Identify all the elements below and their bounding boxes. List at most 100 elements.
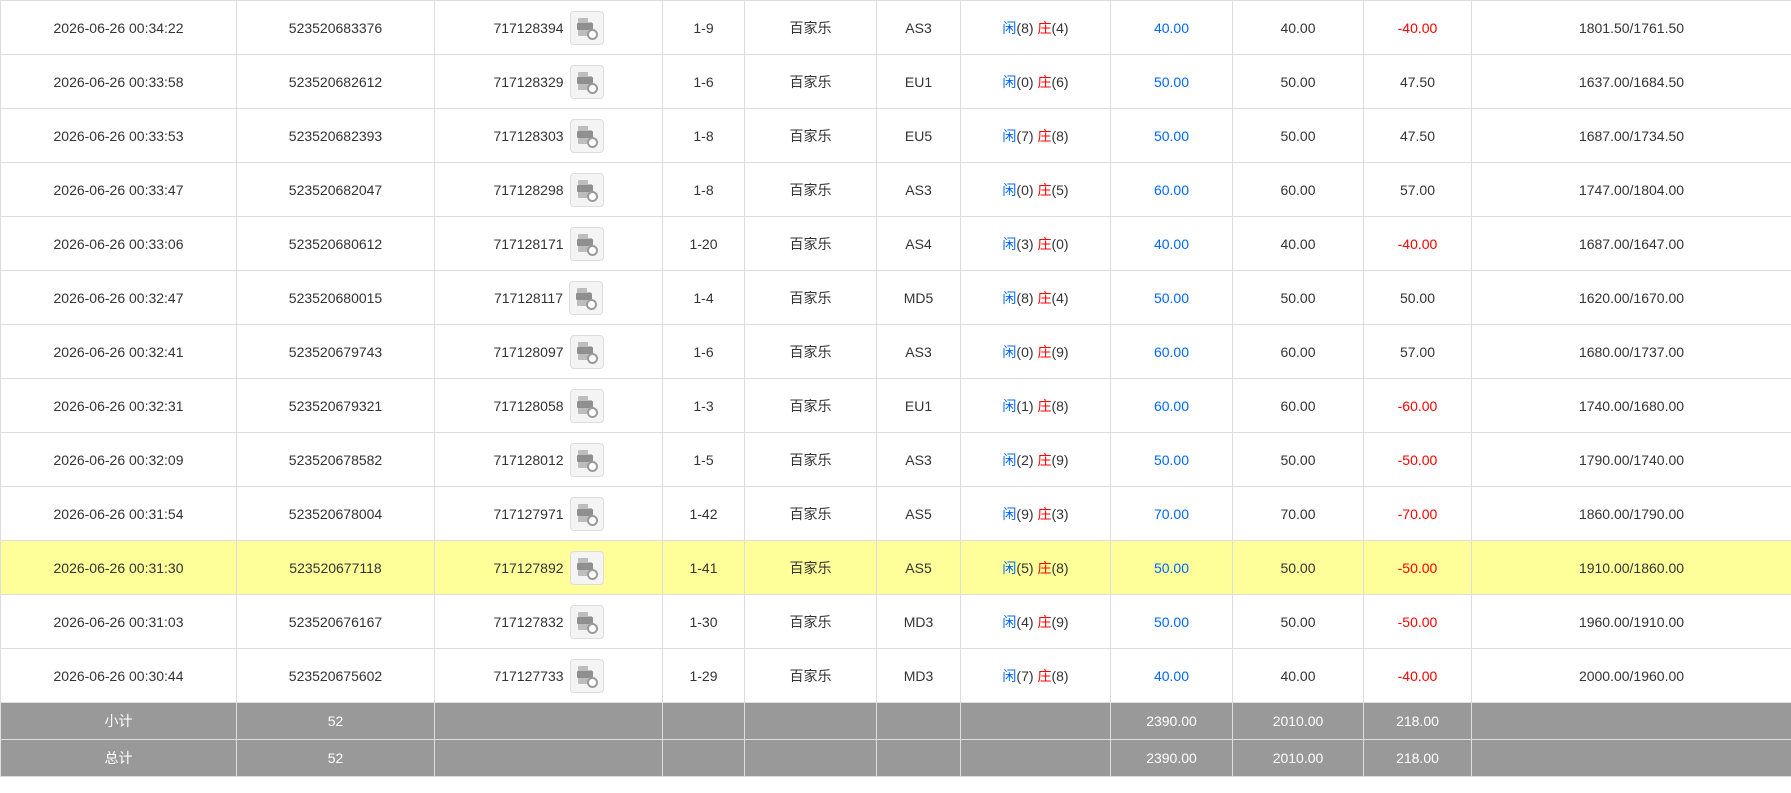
replay-video-icon[interactable] [569, 550, 604, 585]
shoe-hand: 1-42 [662, 486, 745, 541]
replay-video-icon[interactable] [569, 10, 604, 45]
round-cell: 717127733 [434, 648, 663, 703]
player-label: 闲 [1002, 289, 1017, 306]
table-row: 2026-06-26 00:32:09 523520678582 717128012… [0, 432, 1791, 487]
replay-video-icon[interactable] [569, 280, 604, 315]
round-id: 717128329 [493, 73, 564, 90]
bet-time: 2026-06-26 00:32:47 [0, 270, 237, 325]
valid-bet: 50.00 [1232, 270, 1364, 325]
player-points: (2) [1016, 451, 1034, 468]
replay-video-icon[interactable] [569, 226, 604, 261]
balance-change: 1790.00/1740.00 [1471, 432, 1791, 487]
result-cell: 闲(3) 庄(0) [960, 216, 1111, 271]
bet-id: 523520678582 [236, 432, 435, 487]
round-cell: 717128329 [434, 54, 663, 109]
balance-change: 1860.00/1790.00 [1471, 486, 1791, 541]
table-code: AS3 [876, 162, 961, 217]
bet-time: 2026-06-26 00:32:09 [0, 432, 237, 487]
game-name: 百家乐 [744, 216, 877, 271]
replay-video-icon[interactable] [569, 442, 604, 477]
game-name: 百家乐 [744, 162, 877, 217]
player-points: (0) [1016, 343, 1034, 360]
table-row: 2026-06-26 00:33:06 523520680612 717128171… [0, 216, 1791, 271]
bet-amount: 40.00 [1110, 648, 1233, 703]
bet-id: 523520679321 [236, 378, 435, 433]
table-row: 2026-06-26 00:32:47 523520680015 717128117… [0, 270, 1791, 325]
result-cell: 闲(0) 庄(9) [960, 324, 1111, 379]
bet-id: 523520680612 [236, 216, 435, 271]
round-cell: 717128058 [434, 378, 663, 433]
banker-points: (8) [1051, 127, 1069, 144]
replay-video-icon[interactable] [569, 334, 604, 369]
balance-change: 2000.00/1960.00 [1471, 648, 1791, 703]
balance-change: 1910.00/1860.00 [1471, 540, 1791, 595]
table-row: 2026-06-26 00:31:03 523520676167 717127832… [0, 594, 1791, 649]
result-cell: 闲(1) 庄(8) [960, 378, 1111, 433]
replay-video-icon[interactable] [569, 496, 604, 531]
result-cell: 闲(5) 庄(8) [960, 540, 1111, 595]
player-points: (8) [1016, 19, 1034, 36]
balance-change: 1687.00/1734.50 [1471, 108, 1791, 163]
valid-bet: 60.00 [1232, 378, 1364, 433]
bet-time: 2026-06-26 00:33:06 [0, 216, 237, 271]
banker-label: 庄 [1037, 73, 1052, 90]
bet-time: 2026-06-26 00:33:53 [0, 108, 237, 163]
bet-amount: 50.00 [1110, 54, 1233, 109]
banker-points: (0) [1051, 235, 1069, 252]
valid-bet: 50.00 [1232, 54, 1364, 109]
player-points: (0) [1016, 73, 1034, 90]
valid-bet: 60.00 [1232, 324, 1364, 379]
bet-id: 523520682393 [236, 108, 435, 163]
player-label: 闲 [1002, 127, 1017, 144]
win-loss: 47.50 [1363, 108, 1472, 163]
shoe-hand: 1-3 [662, 378, 745, 433]
shoe-hand: 1-5 [662, 432, 745, 487]
shoe-hand: 1-6 [662, 324, 745, 379]
table-code: EU5 [876, 108, 961, 163]
bet-amount: 50.00 [1110, 432, 1233, 487]
subtotal-row: 小计 52 2390.00 2010.00 218.00 [0, 702, 1791, 740]
banker-points: (6) [1051, 73, 1069, 90]
replay-video-icon[interactable] [569, 658, 604, 693]
banker-label: 庄 [1037, 181, 1052, 198]
bet-time: 2026-06-26 00:32:41 [0, 324, 237, 379]
shoe-hand: 1-4 [662, 270, 745, 325]
table-row: 2026-06-26 00:31:54 523520678004 717127971… [0, 486, 1791, 541]
valid-bet: 50.00 [1232, 540, 1364, 595]
banker-label: 庄 [1037, 19, 1052, 36]
bet-amount: 40.00 [1110, 216, 1233, 271]
balance-change: 1747.00/1804.00 [1471, 162, 1791, 217]
replay-video-icon[interactable] [569, 118, 604, 153]
banker-label: 庄 [1037, 127, 1052, 144]
round-cell: 717128171 [434, 216, 663, 271]
round-cell: 717128097 [434, 324, 663, 379]
player-points: (5) [1016, 559, 1034, 576]
valid-bet: 50.00 [1232, 594, 1364, 649]
player-points: (3) [1016, 235, 1034, 252]
banker-label: 庄 [1037, 559, 1052, 576]
bet-id: 523520675602 [236, 648, 435, 703]
player-label: 闲 [1002, 505, 1017, 522]
player-points: (1) [1016, 397, 1034, 414]
banker-label: 庄 [1037, 667, 1052, 684]
replay-video-icon[interactable] [569, 64, 604, 99]
replay-video-icon[interactable] [569, 388, 604, 423]
table-row: 2026-06-26 00:32:31 523520679321 717128058… [0, 378, 1791, 433]
round-id: 717127892 [493, 559, 564, 576]
result-cell: 闲(7) 庄(8) [960, 108, 1111, 163]
valid-bet: 50.00 [1232, 432, 1364, 487]
replay-video-icon[interactable] [569, 604, 604, 639]
player-label: 闲 [1002, 73, 1017, 90]
round-id: 717128303 [493, 127, 564, 144]
player-label: 闲 [1002, 613, 1017, 630]
bet-time: 2026-06-26 00:32:31 [0, 378, 237, 433]
win-loss: -40.00 [1363, 216, 1472, 271]
game-name: 百家乐 [744, 324, 877, 379]
table-code: AS4 [876, 216, 961, 271]
result-cell: 闲(0) 庄(5) [960, 162, 1111, 217]
table-row: 2026-06-26 00:31:30 523520677118 717127892… [0, 540, 1791, 595]
bet-amount: 50.00 [1110, 108, 1233, 163]
player-points: (7) [1016, 667, 1034, 684]
replay-video-icon[interactable] [569, 172, 604, 207]
game-name: 百家乐 [744, 270, 877, 325]
